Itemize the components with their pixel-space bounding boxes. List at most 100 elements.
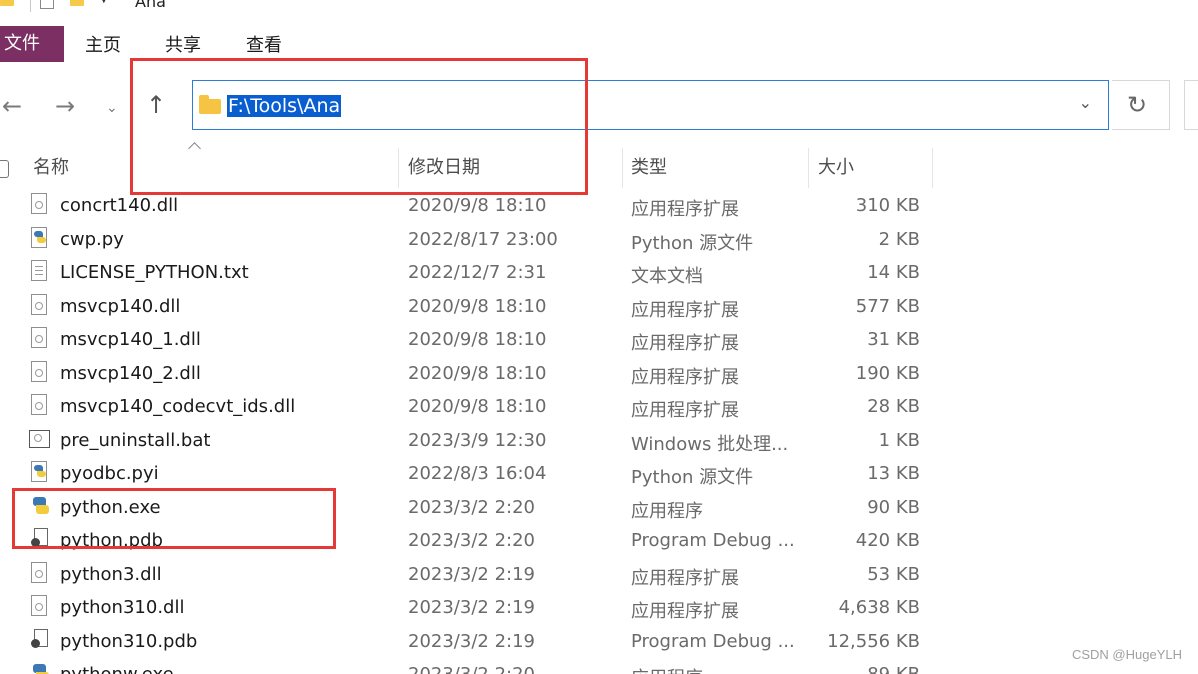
file-type: Program Debug ...	[631, 630, 795, 652]
file-type: 应用程序扩展	[631, 366, 739, 388]
file-row[interactable]: LICENSE_PYTHON.txt 2022/12/7 2:31 文本文档 14 K…	[0, 257, 1198, 291]
folder-icon	[199, 95, 221, 114]
file-size: 310 KB	[855, 195, 920, 216]
dll-file-icon	[31, 595, 49, 617]
file-name: python3.dll	[60, 563, 162, 585]
column-divider[interactable]	[622, 148, 623, 188]
file-row[interactable]: python310.dll 2023/3/2 2:19 应用程序扩展 4,638 KB	[0, 592, 1198, 626]
column-divider[interactable]	[808, 148, 809, 188]
column-header-name[interactable]: 名称	[33, 148, 393, 188]
file-row[interactable]: pyodbc.pyi 2022/8/3 16:04 Python 源文件 13 KB	[0, 458, 1198, 492]
file-type: 应用程序	[631, 664, 703, 674]
python-exe-icon	[31, 662, 49, 674]
address-path[interactable]: F:\Tools\Ana	[227, 95, 342, 117]
address-history-dropdown-icon[interactable]: ⌄	[1079, 93, 1092, 112]
file-type: 应用程序扩展	[631, 400, 739, 421]
file-modified-date: 2023/3/2 2:19	[408, 563, 535, 585]
file-modified-date: 2020/9/8 18:10	[408, 295, 547, 317]
file-modified-date: 2023/3/2 2:20	[408, 530, 535, 551]
file-size: 28 KB	[867, 396, 920, 417]
folder-icon	[0, 0, 14, 6]
column-header-size[interactable]: 大小	[818, 148, 928, 188]
file-row[interactable]: python.pdb 2023/3/2 2:20 Program Debug ...…	[0, 525, 1198, 559]
column-divider[interactable]	[398, 148, 399, 188]
dll-file-icon	[31, 293, 49, 316]
tab-view[interactable]: 查看	[246, 26, 282, 62]
file-name: pythonw.exe	[60, 664, 174, 674]
file-row[interactable]: msvcp140_2.dll 2020/9/8 18:10 应用程序扩展 190 KB	[0, 358, 1198, 392]
file-name: pyodbc.pyi	[60, 463, 159, 484]
address-bar[interactable]: F:\Tools\Ana ⌄	[192, 80, 1109, 130]
tab-file[interactable]: 文件	[0, 26, 64, 62]
file-row[interactable]: cwp.py 2022/8/17 23:00 Python 源文件 2 KB	[0, 224, 1198, 258]
python-file-icon	[31, 461, 49, 483]
file-modified-date: 2022/8/3 16:04	[408, 463, 547, 484]
dll-file-icon	[31, 360, 49, 383]
file-type: Windows 批处理...	[631, 433, 789, 455]
file-list: concrt140.dll 2020/9/8 18:10 应用程序扩展 310 KB c…	[0, 190, 1198, 674]
file-row[interactable]: msvcp140_codecvt_ids.dll 2020/9/8 18:10 应用…	[0, 391, 1198, 425]
file-modified-date: 2020/9/8 18:10	[408, 362, 547, 384]
text-file-icon	[31, 260, 49, 282]
pdb-file-icon	[31, 528, 49, 550]
file-row[interactable]: python.exe 2023/3/2 2:20 应用程序 90 KB	[0, 492, 1198, 526]
python-exe-icon	[31, 495, 49, 517]
new-folder-icon[interactable]	[70, 0, 84, 6]
file-name: msvcp140_1.dll	[60, 329, 201, 350]
dll-file-icon	[31, 193, 49, 215]
file-size: 31 KB	[867, 329, 920, 350]
file-row[interactable]: python3.dll 2023/3/2 2:19 应用程序扩展 53 KB	[0, 559, 1198, 593]
title-bar: ▼ Ana	[0, 0, 1198, 18]
refresh-button[interactable]: ↻	[1112, 80, 1170, 130]
quick-access-dropdown-icon[interactable]: ▼	[100, 0, 108, 5]
column-header-modified[interactable]: 修改日期	[408, 148, 613, 188]
file-name: cwp.py	[60, 228, 124, 250]
forward-arrow-icon[interactable]: →	[55, 94, 75, 118]
watermark: CSDN @HugeYLH	[1071, 647, 1182, 662]
file-size: 2 KB	[878, 228, 920, 250]
file-modified-date: 2020/9/8 18:10	[408, 195, 547, 216]
file-type: 应用程序扩展	[631, 333, 739, 354]
up-arrow-icon[interactable]: ↑	[146, 93, 166, 117]
file-modified-date: 2023/3/2 2:20	[408, 664, 535, 674]
file-name: python.pdb	[60, 530, 163, 551]
tab-share[interactable]: 共享	[165, 26, 201, 62]
file-name: msvcp140_2.dll	[60, 362, 201, 384]
file-type: 应用程序扩展	[631, 299, 739, 321]
dll-file-icon	[31, 327, 49, 349]
file-size: 53 KB	[867, 563, 920, 585]
file-type: 应用程序扩展	[631, 199, 739, 220]
file-row[interactable]: pythonw.exe 2023/3/2 2:20 应用程序 89 KB	[0, 659, 1198, 674]
file-type: 文本文档	[631, 266, 703, 287]
batch-file-icon	[29, 428, 50, 450]
file-size: 420 KB	[855, 530, 920, 551]
file-size: 577 KB	[855, 295, 920, 317]
file-modified-date: 2022/12/7 2:31	[408, 262, 547, 283]
file-name: LICENSE_PYTHON.txt	[60, 262, 249, 283]
column-headers: 名称 修改日期 类型 大小	[0, 148, 1198, 188]
file-size: 12,556 KB	[827, 630, 920, 652]
back-arrow-icon[interactable]: ←	[2, 94, 22, 118]
file-row[interactable]: msvcp140_1.dll 2020/9/8 18:10 应用程序扩展 31 KB	[0, 324, 1198, 358]
file-name: python310.dll	[60, 597, 185, 618]
tab-home[interactable]: 主页	[85, 26, 121, 62]
file-type: Python 源文件	[631, 232, 754, 254]
file-type: 应用程序	[631, 500, 703, 522]
file-size: 89 KB	[867, 664, 920, 674]
file-modified-date: 2023/3/2 2:19	[408, 630, 535, 652]
pdb-file-icon	[31, 628, 49, 651]
file-row[interactable]: python310.pdb 2023/3/2 2:19 Program Debug …	[0, 626, 1198, 660]
file-name: python310.pdb	[60, 630, 198, 652]
file-row[interactable]: concrt140.dll 2020/9/8 18:10 应用程序扩展 310 KB	[0, 190, 1198, 224]
search-box[interactable]	[1184, 80, 1198, 130]
file-row[interactable]: msvcp140.dll 2020/9/8 18:10 应用程序扩展 577 KB	[0, 291, 1198, 325]
file-row[interactable]: pre_uninstall.bat 2023/3/9 12:30 Windows 批…	[0, 425, 1198, 459]
select-all-checkbox[interactable]	[0, 160, 9, 178]
file-name: msvcp140.dll	[60, 295, 181, 317]
properties-icon[interactable]	[40, 0, 54, 9]
column-header-type[interactable]: 类型	[631, 148, 801, 188]
dll-file-icon	[31, 394, 49, 416]
recent-dropdown-icon[interactable]: ⌄	[106, 96, 118, 120]
column-divider[interactable]	[932, 148, 933, 188]
file-size: 4,638 KB	[838, 597, 920, 618]
